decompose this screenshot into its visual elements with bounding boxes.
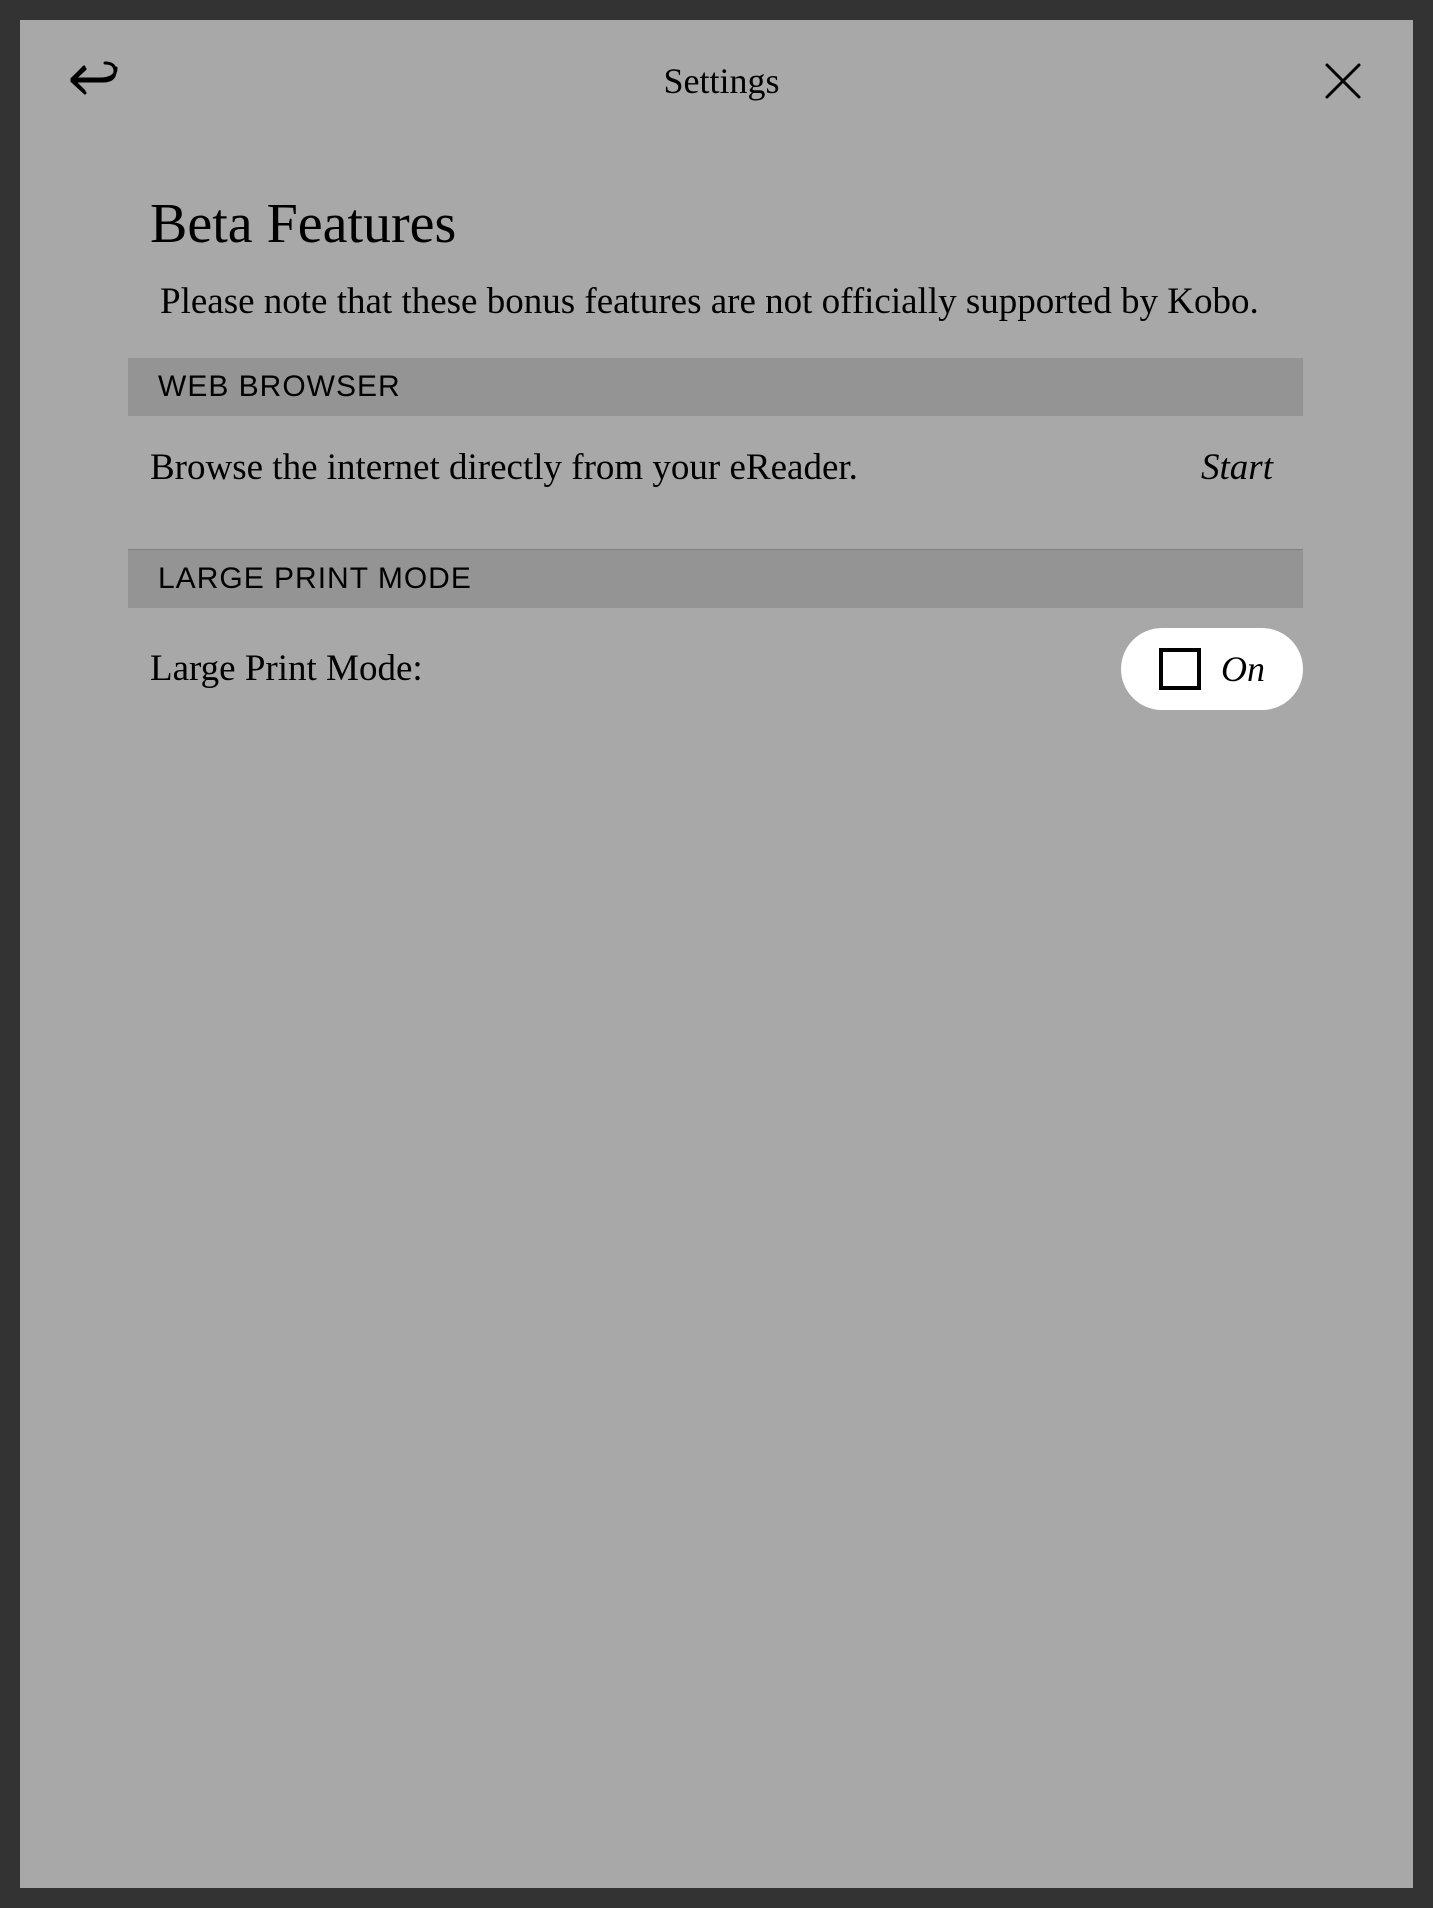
header-title: Settings	[120, 60, 1323, 102]
web-browser-row: Browse the internet directly from your e…	[128, 416, 1303, 519]
checkbox-icon	[1159, 648, 1201, 690]
close-button[interactable]	[1323, 61, 1363, 101]
page-description: Please note that these bonus features ar…	[20, 276, 1413, 358]
back-arrow-icon	[70, 61, 120, 101]
web-browser-section-header: WEB BROWSER	[128, 358, 1303, 416]
web-browser-start-button[interactable]: Start	[1201, 446, 1303, 489]
large-print-toggle[interactable]: On	[1121, 628, 1303, 710]
web-browser-description: Browse the internet directly from your e…	[150, 446, 858, 489]
large-print-row: Large Print Mode: On	[128, 608, 1303, 740]
content: Beta Features Please note that these bon…	[20, 132, 1413, 740]
large-print-section-header: LARGE PRINT MODE	[128, 550, 1303, 608]
toggle-on-label: On	[1221, 648, 1265, 690]
settings-screen: Settings Beta Features Please note that …	[20, 20, 1413, 1888]
large-print-label: Large Print Mode:	[150, 647, 423, 690]
page-title: Beta Features	[20, 192, 1413, 276]
back-button[interactable]	[70, 61, 120, 101]
close-icon	[1323, 61, 1363, 101]
header: Settings	[20, 20, 1413, 132]
